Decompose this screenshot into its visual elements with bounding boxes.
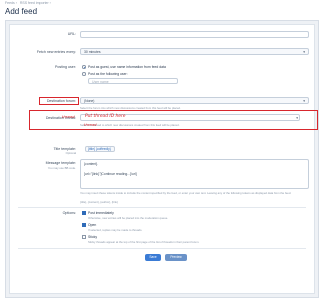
posting-user-input[interactable]: User name [88, 78, 178, 84]
fetch-label: Fetch new entries every: [36, 50, 76, 54]
fetch-interval-select[interactable]: 30 minutes ▾ [80, 48, 309, 55]
annotation-thread-word-label: thread [62, 114, 75, 119]
post-immediately-hint: Otherwise, new entries will be placed in… [88, 216, 169, 220]
post-as-user-radio[interactable] [82, 72, 86, 76]
chevron-down-icon: ▾ [303, 99, 305, 103]
url-label: URL: [67, 32, 76, 36]
destination-forum-value: (None) [84, 99, 95, 104]
message-template-bbcode-note: You may use BB code. [47, 166, 76, 170]
title-template-optional: Optional [65, 151, 76, 155]
message-template-line-1: {content} [84, 162, 98, 166]
annotation-thread-word-hint: thread [84, 122, 97, 127]
open-checkbox[interactable] [82, 223, 86, 227]
post-immediately-label: Post immediately [88, 211, 114, 215]
options-label: Options: [62, 211, 76, 215]
page-title: Add feed [5, 7, 38, 16]
url-input[interactable] [80, 31, 309, 38]
open-hint: If selected, replies may be made to thre… [88, 228, 143, 232]
posting-user-label: Posting user: [55, 65, 76, 69]
divider [18, 207, 306, 208]
open-label: Open [88, 223, 97, 227]
post-as-guest-label: Post as guest, use name information from… [88, 65, 166, 69]
chevron-down-icon: ▾ [303, 50, 305, 54]
preview-button[interactable]: Preview [165, 254, 187, 261]
sticky-hint: Sticky threads appear at the top of the … [88, 240, 200, 244]
message-template-tokens: {title}, {content}, {author}, {link} [80, 200, 118, 204]
save-button[interactable]: Save [145, 254, 161, 261]
form-body: URL: Fetch new entries every: 30 minutes… [9, 24, 318, 294]
posting-user-placeholder: User name [92, 79, 109, 84]
post-as-guest-radio[interactable] [82, 65, 86, 69]
sticky-checkbox[interactable] [82, 235, 86, 239]
title-template-token-button[interactable]: {title} {coffeedly} [85, 146, 115, 152]
breadcrumb: Feeds › RSS feed importer › [5, 1, 53, 5]
destination-forum-label: Destination forum: [46, 99, 76, 103]
post-as-user-label: Post as the following user: [88, 72, 128, 76]
message-template-line-3: [url="{link}"]Continue reading...[/url] [84, 172, 137, 176]
form-panel: URL: Fetch new entries every: 30 minutes… [5, 20, 319, 298]
breadcrumb-item-rss[interactable]: RSS feed importer › [20, 1, 51, 5]
fetch-interval-value: 30 minutes [84, 50, 101, 55]
message-template-textarea[interactable]: {content} [url="{link}"]Continue reading… [80, 159, 309, 189]
message-template-label: Message template: [45, 161, 76, 165]
destination-forum-select[interactable]: (None) ▾ [80, 97, 309, 104]
divider [18, 248, 306, 249]
chevron-down-icon: ▾ [296, 116, 298, 120]
post-immediately-checkbox[interactable] [82, 211, 86, 215]
annotation-thread-id-note: Put thread ID here [85, 114, 126, 119]
sticky-label: Sticky [88, 235, 98, 239]
message-template-hint: You may insert these tokens inside to in… [80, 191, 292, 195]
breadcrumb-item-feeds[interactable]: Feeds › [5, 1, 17, 5]
